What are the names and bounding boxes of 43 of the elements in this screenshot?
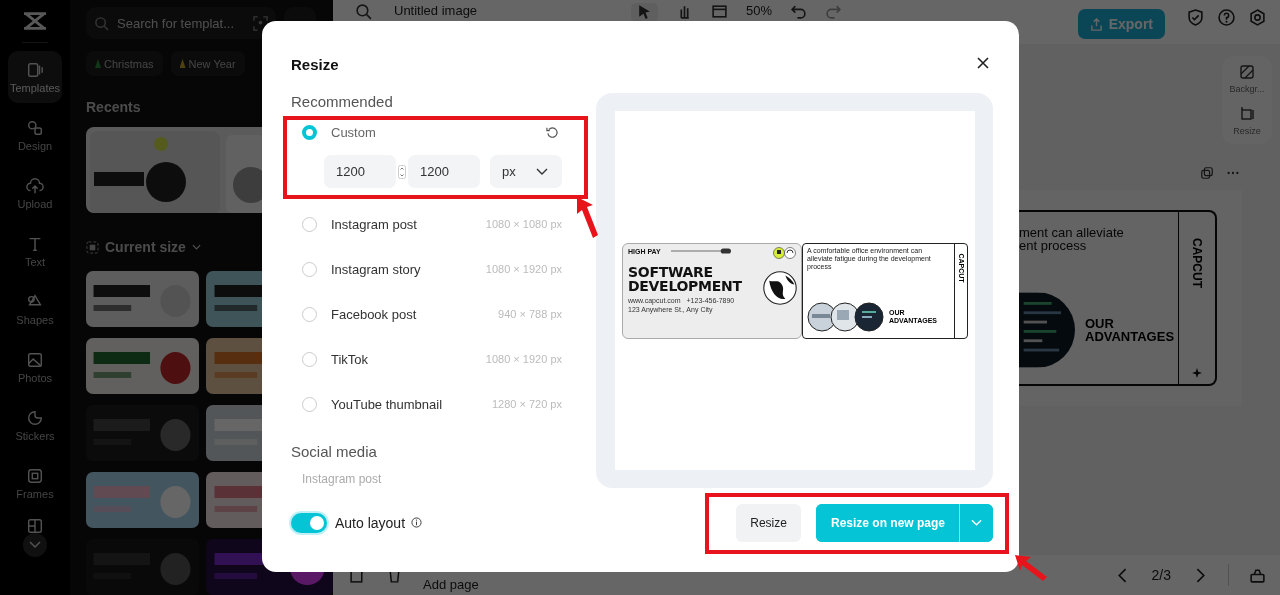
width-field[interactable]: 1200 — [324, 155, 396, 188]
sidebar-item[interactable]: Photos — [8, 341, 62, 393]
size-label: 1080 × 1080 px — [485, 218, 562, 230]
document-title[interactable]: Untitled image — [394, 3, 478, 18]
sidebar-item[interactable]: Upload — [8, 167, 62, 219]
sidebar-item[interactable]: Text — [8, 225, 62, 277]
sidebar-item[interactable]: Frames — [8, 457, 62, 509]
page-indicator: 2/3 — [1151, 567, 1171, 583]
size-label: 1280 × 720 px — [491, 398, 562, 410]
design-title: SOFTWARE DEVELOPMENT — [628, 264, 742, 293]
height-field[interactable]: 1200 — [408, 155, 480, 188]
category-chip[interactable]: New Year — [170, 51, 245, 76]
brand-label: CAPCUT — [1190, 238, 1204, 288]
sidebar-item[interactable]: Templates — [8, 51, 62, 103]
option-label[interactable]: Instagram post — [302, 472, 562, 486]
unit-dropdown[interactable]: px — [490, 155, 562, 188]
size-label: 1080 × 1920 px — [485, 353, 562, 365]
option-label[interactable]: Custom — [331, 124, 376, 140]
section-heading: Recommended — [291, 93, 394, 110]
search-input[interactable]: Search for templat... — [115, 14, 247, 32]
search-field[interactable]: Search for templat... — [86, 7, 276, 39]
option-label[interactable]: Facebook post — [331, 306, 417, 322]
sidebar-item[interactable]: Shapes — [8, 283, 62, 335]
option-label[interactable]: TikTok — [331, 351, 369, 367]
tool-button[interactable]: Resize — [1222, 106, 1272, 136]
sidebar-item[interactable]: Design — [8, 109, 62, 161]
body-text: ent process — [1019, 239, 1088, 252]
body-text: ment can alleviate — [1019, 226, 1125, 239]
section-title[interactable]: Current size — [105, 239, 186, 255]
add-page-button[interactable]: Add page — [423, 577, 479, 592]
export-button[interactable]: Export — [1077, 9, 1165, 39]
sidebar-item[interactable]: Stickers — [8, 399, 62, 451]
size-label: 940 × 788 px — [498, 308, 562, 320]
section-heading: Social media — [291, 443, 378, 460]
dialog-title: Resize — [291, 55, 339, 73]
toggle-label: Auto layout — [335, 514, 406, 531]
size-label: 1080 × 1920 px — [485, 263, 562, 275]
option-label[interactable]: Instagram post — [331, 216, 417, 232]
heading: OUR ADVANTAGES — [1085, 317, 1175, 343]
resize-button[interactable]: Resize — [736, 503, 801, 542]
zoom-dropdown[interactable]: 50% — [746, 3, 773, 18]
option-label[interactable]: Instagram story — [331, 261, 421, 277]
option-label[interactable]: YouTube thumbnail — [331, 396, 443, 412]
